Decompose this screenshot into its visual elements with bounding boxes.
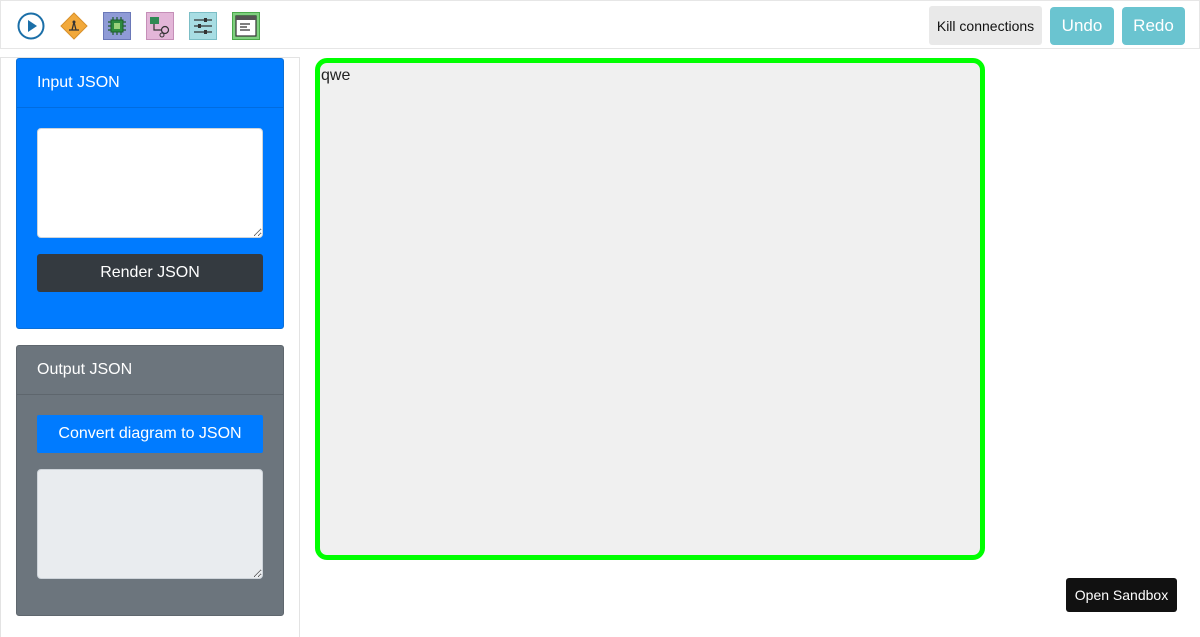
output-json-textarea[interactable] [37, 469, 263, 579]
output-json-title: Output JSON [37, 361, 133, 378]
input-json-textarea[interactable] [37, 128, 263, 238]
undo-button[interactable]: Undo [1050, 7, 1114, 45]
input-json-title: Input JSON [37, 74, 120, 91]
canvas-text: qwe [321, 67, 351, 84]
redo-button[interactable]: Redo [1122, 7, 1185, 45]
window-icon[interactable] [232, 12, 260, 40]
diamond-tool-icon[interactable] [60, 12, 88, 40]
sliders-icon[interactable] [189, 12, 217, 40]
diagram-canvas[interactable]: qwe [315, 58, 985, 560]
network-icon[interactable] [146, 12, 174, 40]
input-json-header: Input JSON [17, 59, 283, 108]
play-icon[interactable] [17, 12, 45, 40]
toolbar: Kill connections Undo Redo [0, 0, 1200, 49]
convert-diagram-button[interactable]: Convert diagram to JSON [37, 415, 263, 453]
output-json-card: Output JSON Convert diagram to JSON [16, 345, 284, 616]
input-json-card: Input JSON Render JSON [16, 58, 284, 329]
chip-icon[interactable] [103, 12, 131, 40]
render-json-button[interactable]: Render JSON [37, 254, 263, 292]
output-json-header: Output JSON [17, 346, 283, 395]
kill-connections-button[interactable]: Kill connections [929, 6, 1042, 45]
open-sandbox-button[interactable]: Open Sandbox [1066, 578, 1177, 612]
